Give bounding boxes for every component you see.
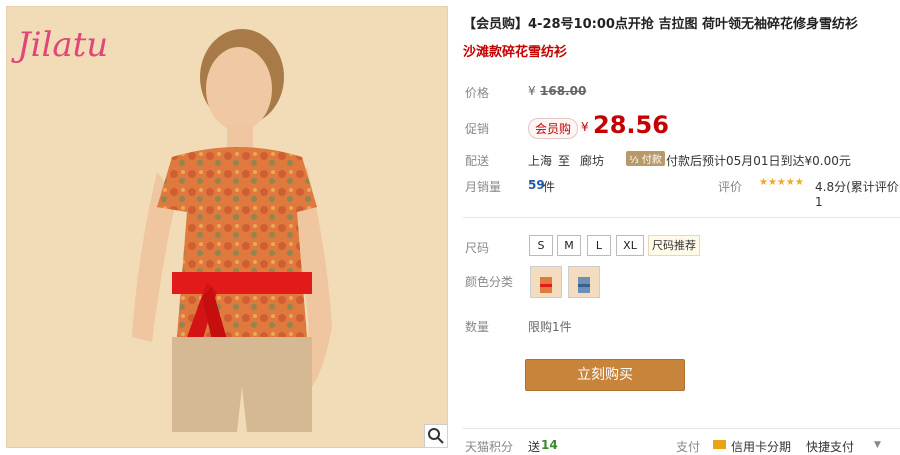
pay-credit-option[interactable]: 信用卡分期 bbox=[731, 438, 791, 455]
product-title: 【会员购】4-28号10:00点开抢 吉拉图 荷叶领无袖碎花修身雪纺衫 bbox=[463, 17, 858, 32]
size-option-m[interactable]: M bbox=[557, 235, 581, 256]
divider bbox=[463, 217, 900, 218]
brand-logo: Jilatu bbox=[17, 25, 109, 65]
promo-currency: ¥ bbox=[581, 120, 589, 134]
color-thumbnail-2[interactable] bbox=[568, 266, 600, 298]
credit-card-icon bbox=[713, 440, 726, 449]
promo-price: 28.56 bbox=[593, 111, 669, 139]
size-recommend-button[interactable]: 尺码推荐 bbox=[648, 235, 700, 256]
payment-tag: ⅓ 付款 bbox=[626, 151, 665, 166]
ship-from: 上海 bbox=[528, 154, 553, 168]
size-option-xl[interactable]: XL bbox=[616, 235, 644, 256]
zoom-icon[interactable] bbox=[424, 424, 447, 447]
rating-text[interactable]: 4.8分(累计评价1 bbox=[815, 178, 900, 209]
original-price: 168.00 bbox=[540, 84, 587, 98]
product-image[interactable]: Jilatu bbox=[6, 6, 448, 448]
ship-to-select[interactable]: 廊坊 bbox=[580, 152, 604, 169]
quantity-limit: 限购1件 bbox=[528, 320, 572, 334]
quantity-label: 数量 bbox=[465, 320, 490, 334]
color-label: 颜色分类 bbox=[465, 275, 514, 289]
shipping-label: 配送 bbox=[465, 154, 490, 168]
ship-to-word: 至 bbox=[558, 154, 571, 168]
size-option-l[interactable]: L bbox=[587, 235, 611, 256]
rating-stars: ★★★★★ bbox=[759, 177, 804, 188]
size-option-s[interactable]: S bbox=[529, 235, 553, 256]
sales-label: 月销量 bbox=[465, 180, 502, 194]
pay-quick-option[interactable]: 快捷支付 bbox=[806, 438, 854, 455]
promo-label: 促销 bbox=[465, 122, 490, 136]
points-label: 天猫积分 bbox=[465, 440, 514, 454]
price-currency: ¥ bbox=[528, 84, 536, 98]
points-value: 14 bbox=[541, 438, 558, 452]
delivery-estimate: 付款后预计05月01日到达¥0.00元 bbox=[666, 154, 851, 168]
model-illustration bbox=[7, 7, 447, 447]
sales-unit: 件 bbox=[543, 180, 556, 194]
price-label: 价格 bbox=[465, 86, 490, 100]
size-label: 尺码 bbox=[465, 241, 490, 255]
points-prefix: 送 bbox=[528, 440, 541, 454]
review-label: 评价 bbox=[718, 180, 743, 194]
buy-now-button[interactable]: 立刻购买 bbox=[525, 359, 685, 391]
product-subtitle: 沙滩款碎花雪纺衫 bbox=[463, 45, 568, 60]
divider bbox=[463, 428, 900, 429]
color-thumbnail-1[interactable] bbox=[530, 266, 562, 298]
member-badge: 会员购 bbox=[528, 118, 579, 139]
chevron-down-icon[interactable]: ▼ bbox=[874, 440, 881, 450]
pay-label: 支付 bbox=[676, 440, 701, 454]
